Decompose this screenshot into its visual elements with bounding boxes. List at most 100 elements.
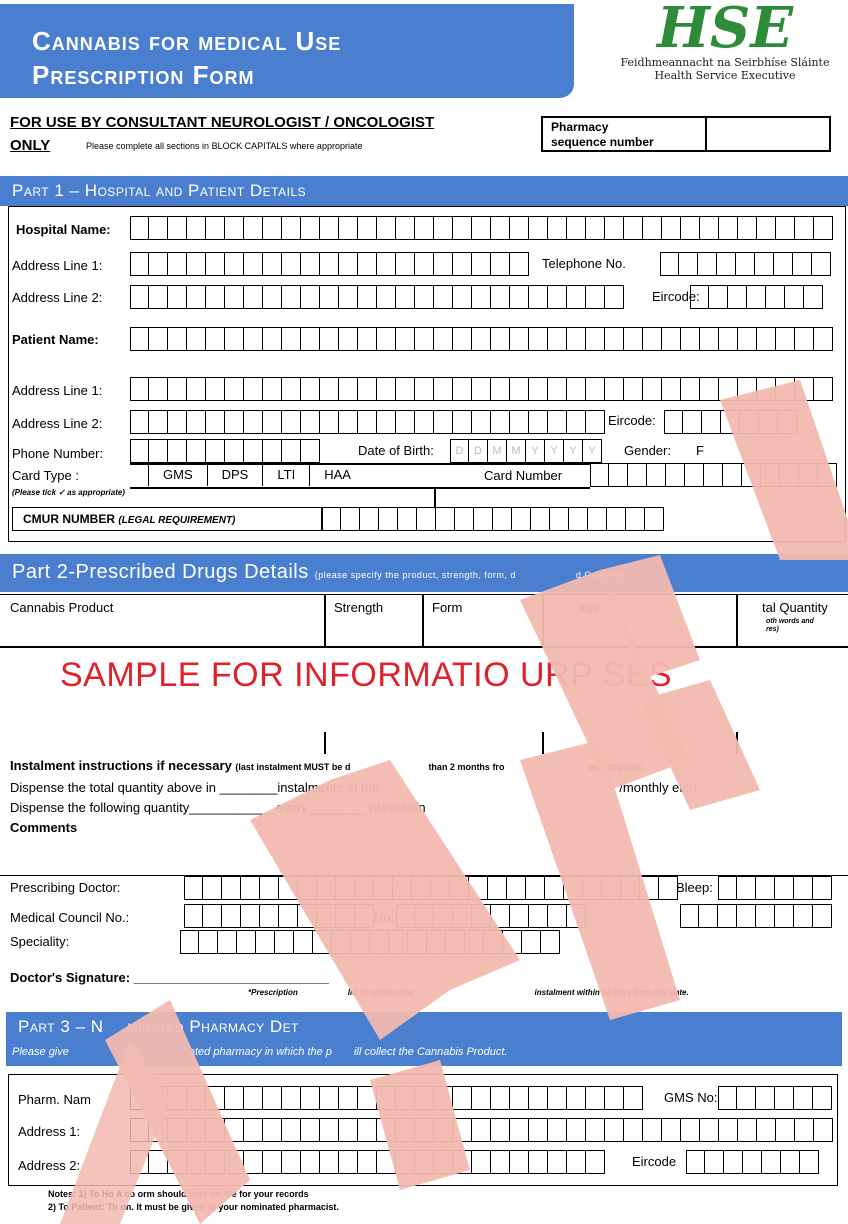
char-cell[interactable] xyxy=(814,216,833,240)
char-cell[interactable] xyxy=(643,216,662,240)
char-cell[interactable] xyxy=(756,1086,775,1110)
char-cell[interactable] xyxy=(586,216,605,240)
char-cell[interactable] xyxy=(263,327,282,351)
dob-field[interactable]: DDMMYYYY xyxy=(450,439,602,463)
char-cell[interactable] xyxy=(301,285,320,309)
char-cell[interactable] xyxy=(724,1150,743,1174)
char-cell[interactable] xyxy=(529,377,548,401)
char-cell[interactable] xyxy=(206,410,225,434)
char-cell[interactable] xyxy=(225,410,244,434)
char-cell[interactable] xyxy=(762,1150,781,1174)
char-cell[interactable] xyxy=(282,285,301,309)
patient-name-field[interactable] xyxy=(130,327,833,351)
char-cell[interactable] xyxy=(590,463,609,487)
char-cell[interactable] xyxy=(756,904,775,928)
char-cell[interactable] xyxy=(358,216,377,240)
hospital-address1-field[interactable] xyxy=(130,252,529,276)
char-cell[interactable] xyxy=(548,1086,567,1110)
char-cell[interactable] xyxy=(510,1150,529,1174)
char-cell[interactable] xyxy=(719,1118,738,1142)
char-cell[interactable] xyxy=(149,216,168,240)
char-cell[interactable] xyxy=(529,1118,548,1142)
cmur-field[interactable] xyxy=(322,507,664,531)
char-cell[interactable] xyxy=(187,327,206,351)
char-cell[interactable] xyxy=(491,1150,510,1174)
char-cell[interactable] xyxy=(417,507,436,531)
char-cell[interactable] xyxy=(628,463,647,487)
char-cell[interactable] xyxy=(415,410,434,434)
char-cell[interactable] xyxy=(130,410,149,434)
char-cell[interactable] xyxy=(491,410,510,434)
char-cell[interactable] xyxy=(301,1086,320,1110)
char-cell[interactable] xyxy=(567,377,586,401)
char-cell[interactable] xyxy=(263,1118,282,1142)
patient-address1-field[interactable] xyxy=(130,377,833,401)
char-cell[interactable] xyxy=(491,327,510,351)
char-cell[interactable] xyxy=(322,507,341,531)
char-cell[interactable] xyxy=(643,327,662,351)
char-cell[interactable] xyxy=(358,252,377,276)
char-cell[interactable] xyxy=(602,876,621,900)
char-cell[interactable] xyxy=(721,410,740,434)
char-cell[interactable] xyxy=(645,507,664,531)
char-cell[interactable] xyxy=(282,410,301,434)
char-cell[interactable] xyxy=(718,1086,737,1110)
char-cell[interactable] xyxy=(643,1118,662,1142)
char-cell[interactable] xyxy=(491,377,510,401)
char-cell[interactable] xyxy=(396,252,415,276)
char-cell[interactable] xyxy=(662,327,681,351)
char-cell[interactable] xyxy=(785,285,804,309)
char-cell[interactable] xyxy=(317,904,336,928)
char-cell[interactable] xyxy=(339,252,358,276)
char-cell[interactable] xyxy=(279,876,298,900)
prescribing-doctor-field[interactable] xyxy=(184,876,678,900)
char-cell[interactable] xyxy=(415,1086,434,1110)
char-cell[interactable] xyxy=(206,1086,225,1110)
char-cell[interactable] xyxy=(377,327,396,351)
char-cell[interactable] xyxy=(180,930,199,954)
char-cell[interactable] xyxy=(609,463,628,487)
char-cell[interactable] xyxy=(775,876,794,900)
char-cell[interactable] xyxy=(472,216,491,240)
char-cell[interactable] xyxy=(624,327,643,351)
char-cell[interactable] xyxy=(795,327,814,351)
doctor-phone-field[interactable] xyxy=(396,904,586,928)
char-cell[interactable] xyxy=(339,327,358,351)
char-cell[interactable] xyxy=(700,216,719,240)
char-cell[interactable] xyxy=(541,930,560,954)
char-cell[interactable] xyxy=(453,285,472,309)
char-cell[interactable] xyxy=(317,876,336,900)
char-cell[interactable] xyxy=(719,216,738,240)
char-cell[interactable] xyxy=(510,252,529,276)
char-cell[interactable] xyxy=(680,904,699,928)
card-number-field[interactable] xyxy=(590,463,837,487)
char-cell[interactable] xyxy=(301,410,320,434)
char-cell[interactable] xyxy=(206,439,225,463)
char-cell[interactable] xyxy=(737,876,756,900)
char-cell[interactable] xyxy=(472,285,491,309)
char-cell[interactable] xyxy=(225,252,244,276)
char-cell[interactable] xyxy=(465,930,484,954)
char-cell[interactable] xyxy=(320,327,339,351)
char-cell[interactable] xyxy=(199,930,218,954)
char-cell[interactable] xyxy=(529,327,548,351)
char-cell[interactable] xyxy=(605,216,624,240)
char-cell[interactable] xyxy=(455,507,474,531)
char-cell[interactable] xyxy=(396,285,415,309)
speciality-field[interactable] xyxy=(180,930,560,954)
char-cell[interactable] xyxy=(370,930,389,954)
char-cell[interactable] xyxy=(567,285,586,309)
char-cell[interactable] xyxy=(510,285,529,309)
char-cell[interactable] xyxy=(244,439,263,463)
pharm-eircode-field[interactable] xyxy=(686,1150,819,1174)
char-cell[interactable] xyxy=(567,216,586,240)
char-cell[interactable] xyxy=(412,876,431,900)
char-cell[interactable] xyxy=(493,507,512,531)
char-cell[interactable] xyxy=(510,377,529,401)
char-cell[interactable] xyxy=(704,463,723,487)
char-cell[interactable] xyxy=(263,285,282,309)
char-cell[interactable] xyxy=(775,1086,794,1110)
char-cell[interactable] xyxy=(241,876,260,900)
char-cell[interactable] xyxy=(717,252,736,276)
char-cell[interactable] xyxy=(567,410,586,434)
